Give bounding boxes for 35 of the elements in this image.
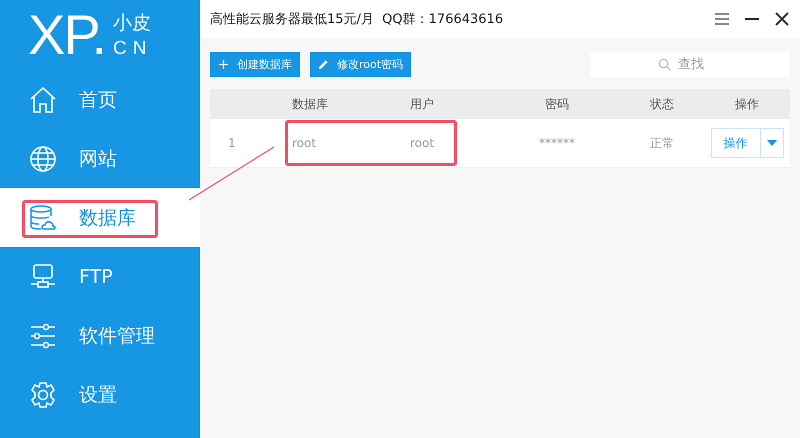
column-header: 状态 bbox=[649, 96, 675, 112]
toolbar-button[interactable]: 创建数据库 bbox=[210, 52, 300, 77]
logo-text: XP. bbox=[28, 7, 106, 63]
sidebar-item[interactable]: 网站 bbox=[0, 129, 200, 188]
database-cloud-icon bbox=[29, 204, 57, 232]
notice-text: 高性能云服务器最低15元/月 QQ群：176643616 bbox=[210, 11, 504, 28]
search-field[interactable]: 查找 bbox=[590, 52, 790, 77]
monitor-icon bbox=[29, 262, 57, 290]
sidebar-item[interactable]: 数据库 bbox=[0, 188, 200, 247]
sidebar-item[interactable]: 软件管理 bbox=[0, 306, 200, 365]
table-cell-text: root bbox=[291, 136, 318, 150]
sidebar-item[interactable]: FTP bbox=[0, 247, 200, 306]
pencil-icon bbox=[318, 59, 329, 70]
table-cell-text: root bbox=[409, 136, 436, 150]
sidebar-item[interactable]: 首页 bbox=[0, 70, 200, 129]
logo-text: CN bbox=[113, 38, 152, 60]
plus-icon bbox=[218, 59, 229, 70]
logo-text: 小皮 bbox=[113, 11, 152, 36]
column-header: 用户 bbox=[409, 96, 435, 112]
table-cell-text: 正常 bbox=[649, 134, 675, 152]
caret-icon bbox=[766, 140, 776, 146]
column-header: 操作 bbox=[734, 96, 760, 112]
column-header: 密码 bbox=[544, 96, 570, 112]
table-cell-text: ****** bbox=[538, 136, 576, 150]
settings-icon bbox=[29, 380, 57, 408]
home-icon bbox=[29, 86, 57, 114]
search-icon bbox=[658, 58, 671, 71]
sliders-icon bbox=[29, 322, 57, 350]
sidebar-item[interactable]: 设置 bbox=[0, 365, 200, 424]
close-icon[interactable] bbox=[774, 11, 790, 27]
column-header: 数据库 bbox=[291, 96, 329, 112]
menu-icon[interactable] bbox=[714, 11, 730, 27]
toolbar-button[interactable]: 修改root密码 bbox=[310, 52, 412, 77]
table-cell-text: 1 bbox=[227, 136, 237, 150]
globe-icon bbox=[29, 144, 57, 172]
